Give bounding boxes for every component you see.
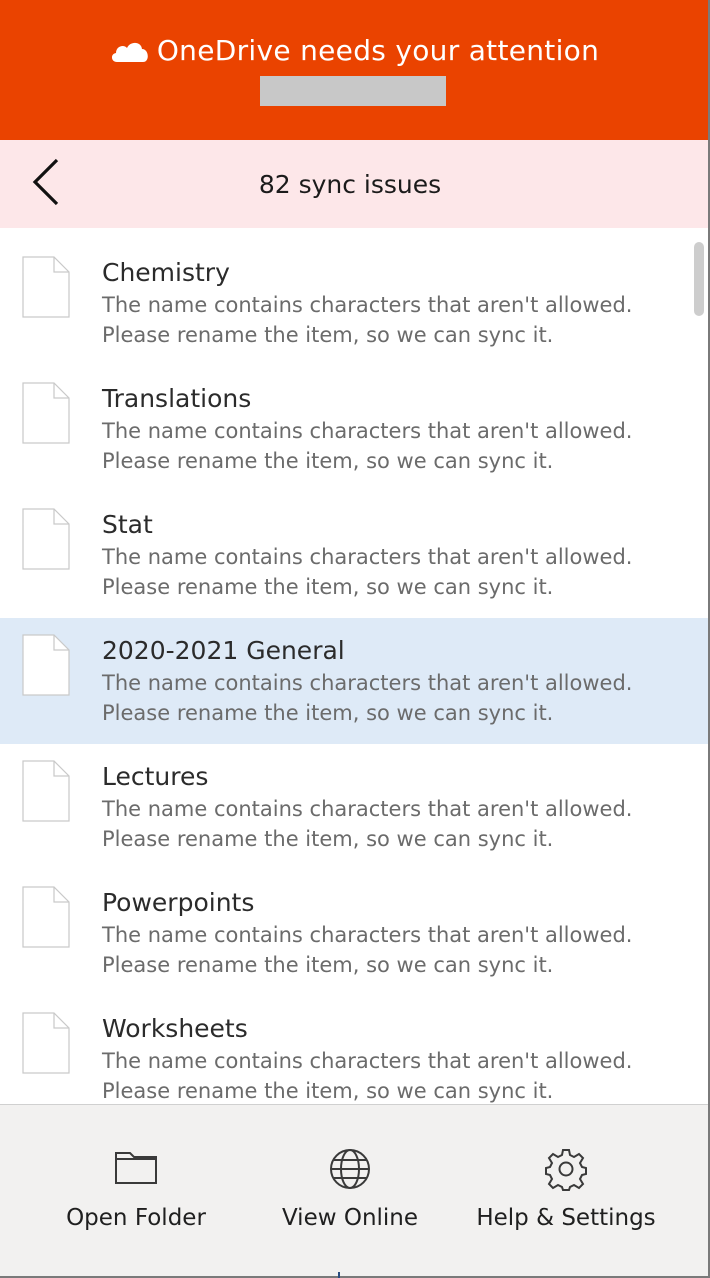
item-message-line1: The name contains characters that aren't…	[102, 923, 633, 947]
gear-icon	[466, 1147, 666, 1191]
item-message-line1: The name contains characters that aren't…	[102, 293, 633, 317]
list-item[interactable]: Chemistry The name contains characters t…	[0, 240, 708, 366]
list-item[interactable]: Translations The name contains character…	[0, 366, 708, 492]
item-message-line1: The name contains characters that aren't…	[102, 545, 633, 569]
item-message-line2: Please rename the item, so we can sync i…	[102, 1079, 554, 1103]
item-name: Powerpoints	[102, 888, 255, 917]
file-icon	[22, 1012, 70, 1074]
list-item[interactable]: Worksheets The name contains characters …	[0, 996, 708, 1104]
help-settings-button[interactable]: Help & Settings	[466, 1105, 666, 1276]
item-message-line1: The name contains characters that aren't…	[102, 419, 633, 443]
attention-header: OneDrive needs your attention	[0, 0, 708, 140]
help-settings-label: Help & Settings	[476, 1205, 656, 1231]
open-folder-button[interactable]: Open Folder	[36, 1105, 236, 1276]
header-title-row: OneDrive needs your attention	[0, 34, 708, 67]
item-message-line2: Please rename the item, so we can sync i…	[102, 701, 554, 725]
file-icon	[22, 508, 70, 570]
item-message-line2: Please rename the item, so we can sync i…	[102, 449, 554, 473]
file-icon	[22, 760, 70, 822]
open-folder-label: Open Folder	[66, 1205, 206, 1231]
item-message-line2: Please rename the item, so we can sync i…	[102, 323, 554, 347]
item-name: Lectures	[102, 762, 209, 791]
file-icon	[22, 634, 70, 696]
sync-issues-list[interactable]: Chemistry The name contains characters t…	[0, 240, 708, 1104]
globe-icon	[250, 1147, 450, 1191]
list-scrollbar[interactable]	[694, 242, 704, 316]
back-button[interactable]	[22, 158, 70, 210]
view-online-label: View Online	[281, 1205, 419, 1231]
sync-issues-bar: 82 sync issues	[0, 140, 708, 228]
folder-icon	[36, 1147, 236, 1191]
file-icon	[22, 382, 70, 444]
item-message-line2: Please rename the item, so we can sync i…	[102, 827, 554, 851]
cloud-icon	[109, 36, 151, 66]
chevron-left-icon	[31, 158, 61, 210]
item-name: Worksheets	[102, 1014, 248, 1043]
item-message-line2: Please rename the item, so we can sync i…	[102, 575, 554, 599]
view-online-button[interactable]: View Online	[250, 1105, 450, 1276]
account-redacted	[260, 76, 446, 106]
item-message-line1: The name contains characters that aren't…	[102, 671, 633, 695]
sync-issues-title: 82 sync issues	[258, 169, 442, 199]
item-name: Translations	[102, 384, 252, 413]
item-message-line2: Please rename the item, so we can sync i…	[102, 953, 554, 977]
file-icon	[22, 886, 70, 948]
list-item-selected[interactable]: 2020-2021 General The name contains char…	[0, 618, 708, 744]
file-icon	[22, 256, 70, 318]
header-title: OneDrive needs your attention	[156, 34, 600, 67]
onedrive-window: OneDrive needs your attention 82 sync is…	[0, 0, 710, 1278]
item-message-line1: The name contains characters that aren't…	[102, 797, 633, 821]
list-item[interactable]: Powerpoints The name contains characters…	[0, 870, 708, 996]
item-message-line1: The name contains characters that aren't…	[102, 1049, 633, 1073]
item-name: Chemistry	[102, 258, 230, 287]
item-name: Stat	[102, 510, 153, 539]
footer-toolbar: Open Folder View Online Help & Settings	[0, 1104, 708, 1276]
taskbar-edge-mark	[338, 1272, 340, 1278]
list-item[interactable]: Stat The name contains characters that a…	[0, 492, 708, 618]
item-name: 2020-2021 General	[102, 636, 345, 665]
list-item[interactable]: Lectures The name contains characters th…	[0, 744, 708, 870]
